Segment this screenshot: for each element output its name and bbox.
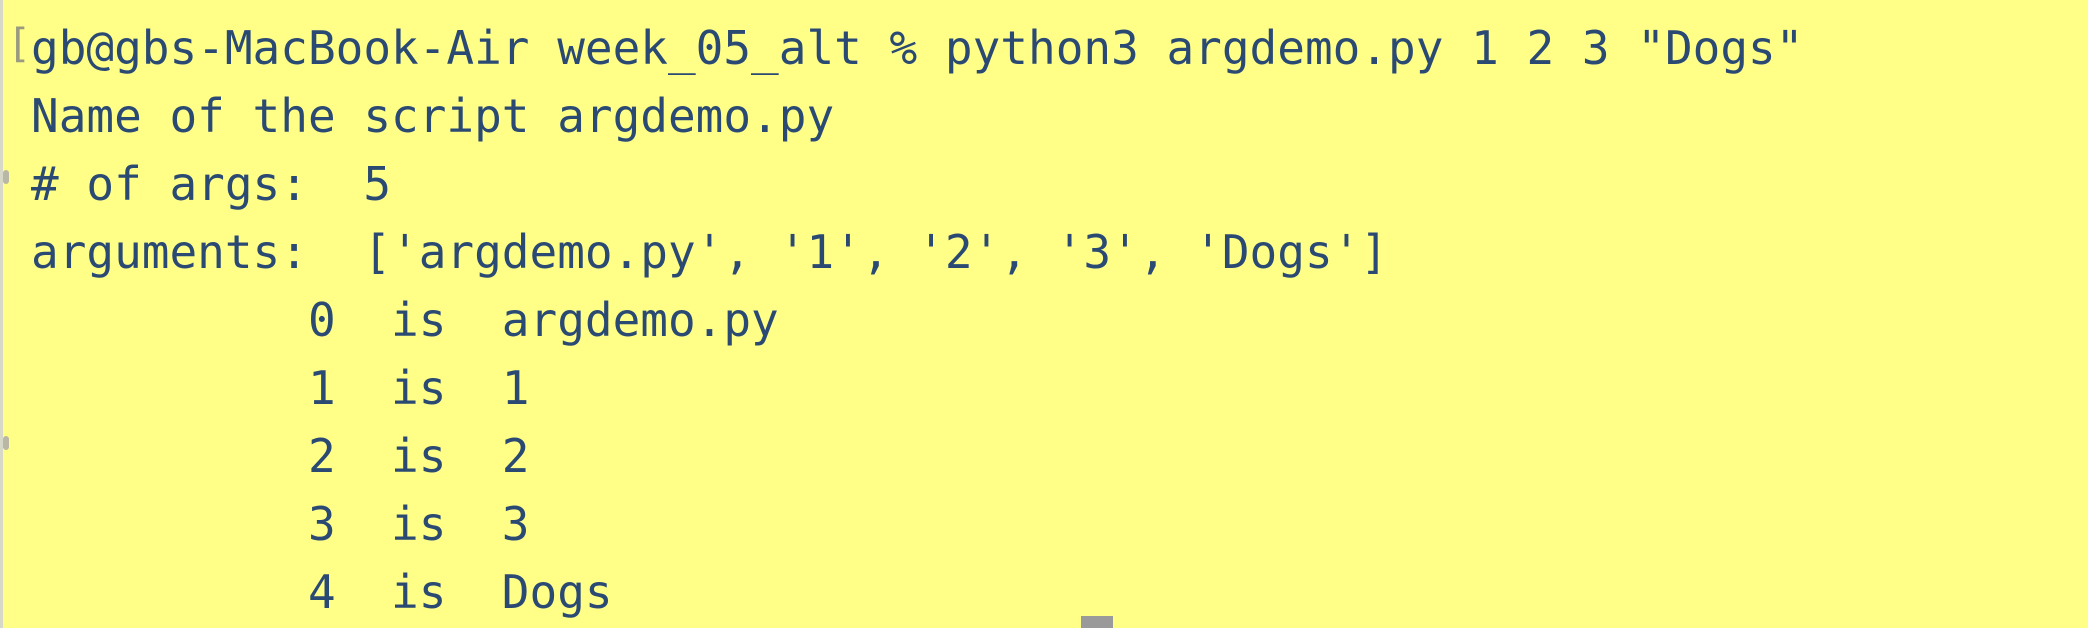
side-mark bbox=[3, 436, 9, 450]
command-prompt-line: gb@gbs-MacBook-Air week_05_alt % python3… bbox=[31, 21, 1804, 75]
side-mark bbox=[3, 170, 9, 184]
output-line: arguments: ['argdemo.py', '1', '2', '3',… bbox=[31, 225, 1389, 279]
output-line: 1 is 1 bbox=[31, 361, 530, 415]
output-line: 3 is 3 bbox=[31, 497, 530, 551]
output-line: 2 is 2 bbox=[31, 429, 530, 483]
terminal-output[interactable]: gb@gbs-MacBook-Air week_05_alt % python3… bbox=[31, 14, 1803, 626]
output-line: # of args: 5 bbox=[31, 157, 392, 211]
output-line: Name of the script argdemo.py bbox=[31, 89, 835, 143]
output-line: 4 is Dogs bbox=[31, 565, 613, 619]
terminal-window[interactable]: [ gb@gbs-MacBook-Air week_05_alt % pytho… bbox=[0, 0, 2088, 628]
output-line: 0 is argdemo.py bbox=[31, 293, 779, 347]
scroll-marker-icon: [ bbox=[7, 21, 32, 67]
text-cursor bbox=[1081, 616, 1113, 628]
